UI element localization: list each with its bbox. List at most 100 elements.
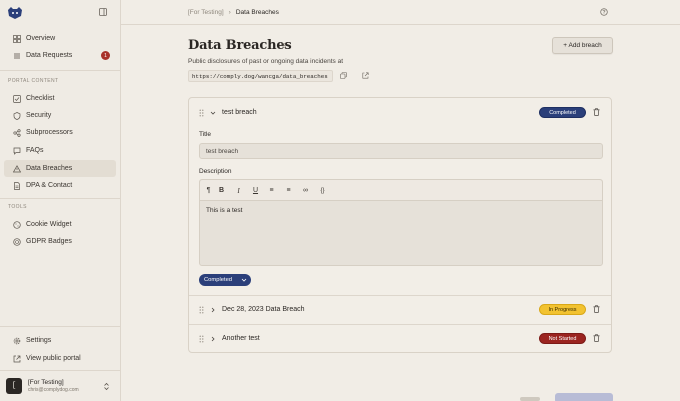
sidebar-item-label: DPA & Contact bbox=[26, 182, 73, 189]
sidebar-item-view-public-portal[interactable]: View public portal bbox=[4, 350, 116, 367]
description-label: Description bbox=[199, 168, 232, 175]
list-icon bbox=[14, 53, 20, 58]
sidebar-item-label: FAQs bbox=[26, 147, 44, 154]
underline-button[interactable]: U bbox=[251, 186, 260, 195]
ordered-list-button[interactable]: ≡ bbox=[284, 186, 293, 195]
sidebar-divider bbox=[0, 326, 121, 327]
sidebar: Overview Data Requests 1 PORTAL CONTENT … bbox=[0, 0, 121, 401]
sidebar-item-label: View public portal bbox=[26, 355, 81, 362]
external-link-icon[interactable] bbox=[362, 72, 369, 79]
breadcrumb-parent[interactable]: [For Testing] bbox=[188, 9, 224, 16]
sidebar-item-overview[interactable]: Overview bbox=[4, 30, 116, 47]
copy-icon[interactable] bbox=[340, 72, 347, 79]
drag-handle-icon[interactable] bbox=[199, 306, 204, 314]
badge-icon bbox=[13, 237, 21, 246]
row-divider bbox=[189, 324, 611, 325]
breach-count: 3 bbox=[282, 43, 286, 50]
trash-icon[interactable] bbox=[593, 108, 600, 116]
chat-icon bbox=[13, 147, 21, 155]
breach-list: test breach Completed Title test breach … bbox=[188, 97, 612, 353]
status-badge: In Progress bbox=[539, 304, 586, 315]
sidebar-divider bbox=[0, 70, 121, 71]
chevron-down-icon bbox=[241, 278, 247, 282]
account-name: [For Testing] bbox=[28, 379, 64, 386]
sidebar-item-label: Data Breaches bbox=[26, 165, 73, 172]
breadcrumb-current: Data Breaches bbox=[235, 9, 279, 16]
help-icon[interactable] bbox=[600, 8, 608, 16]
sidebar-item-gdpr-badges[interactable]: GDPR Badges bbox=[4, 233, 116, 250]
avatar: [ bbox=[6, 378, 22, 394]
sidebar-item-label: GDPR Badges bbox=[26, 238, 72, 245]
section-label-portal: PORTAL CONTENT bbox=[8, 78, 59, 84]
complydog-logo-icon[interactable] bbox=[7, 6, 23, 20]
title-input[interactable]: test breach bbox=[199, 143, 603, 159]
sidebar-item-label: Cookie Widget bbox=[26, 221, 72, 228]
account-switcher[interactable]: [ [For Testing] chris@complydog.com bbox=[4, 375, 116, 397]
sidebar-item-data-breaches[interactable]: Data Breaches bbox=[4, 160, 116, 177]
topbar: [For Testing] › Data Breaches bbox=[121, 0, 680, 25]
title-label: Title bbox=[199, 131, 212, 138]
chevron-up-down-icon bbox=[104, 382, 109, 391]
checklist-icon bbox=[13, 94, 21, 103]
sidebar-item-label: Subprocessors bbox=[26, 129, 73, 136]
sidebar-item-data-requests[interactable]: Data Requests 1 bbox=[4, 47, 116, 64]
bold-button[interactable]: B bbox=[217, 186, 226, 195]
breadcrumb: [For Testing] › Data Breaches bbox=[188, 9, 279, 16]
editor-toolbar: ¶ B I U ≡ ≡ ∞ {} bbox=[200, 180, 602, 201]
sidebar-item-checklist[interactable]: Checklist bbox=[4, 90, 116, 107]
sidebar-item-label: Security bbox=[26, 112, 52, 119]
sidebar-collapse-icon[interactable] bbox=[99, 8, 107, 16]
sidebar-item-security[interactable]: Security bbox=[4, 107, 116, 124]
external-link-icon bbox=[13, 355, 21, 362]
italic-button[interactable]: I bbox=[234, 186, 243, 195]
status-badge: Completed bbox=[539, 107, 586, 118]
add-breach-button[interactable]: + Add breach bbox=[552, 37, 613, 54]
breach-title[interactable]: test breach bbox=[222, 109, 257, 116]
page-title: Data Breaches bbox=[188, 38, 292, 53]
description-text[interactable]: This is a test bbox=[206, 207, 242, 214]
document-icon bbox=[14, 181, 20, 190]
sidebar-divider bbox=[0, 198, 121, 199]
public-url: https://comply.dog/wancga/data_breaches bbox=[188, 70, 333, 82]
sidebar-item-faqs[interactable]: FAQs bbox=[4, 142, 116, 159]
notification-badge: 1 bbox=[101, 51, 110, 60]
sidebar-item-settings[interactable]: Settings bbox=[4, 332, 116, 349]
grid-icon bbox=[13, 34, 21, 43]
footer-save-button[interactable] bbox=[555, 393, 613, 401]
link-button[interactable]: ∞ bbox=[301, 186, 310, 195]
sidebar-item-cookie-widget[interactable]: Cookie Widget bbox=[4, 216, 116, 233]
row-divider bbox=[189, 295, 611, 296]
share-icon bbox=[13, 128, 21, 137]
breach-title[interactable]: Another test bbox=[222, 335, 260, 342]
breach-title[interactable]: Dec 28, 2023 Data Breach bbox=[222, 306, 305, 313]
sidebar-item-label: Checklist bbox=[26, 95, 55, 102]
chevron-right-icon[interactable] bbox=[210, 336, 216, 342]
sidebar-divider bbox=[0, 370, 121, 371]
paragraph-button[interactable]: ¶ bbox=[204, 186, 213, 195]
trash-icon[interactable] bbox=[593, 334, 600, 342]
code-button[interactable]: {} bbox=[318, 186, 327, 195]
status-select-value: Completed bbox=[204, 277, 233, 283]
sidebar-item-label: Settings bbox=[26, 337, 52, 344]
bullet-list-button[interactable]: ≡ bbox=[267, 186, 276, 195]
trash-icon[interactable] bbox=[593, 305, 600, 313]
description-editor[interactable]: ¶ B I U ≡ ≡ ∞ {} This is a test bbox=[199, 179, 603, 266]
account-email: chris@complydog.com bbox=[28, 387, 79, 393]
section-label-tools: TOOLS bbox=[8, 204, 27, 210]
shield-icon bbox=[13, 111, 21, 120]
sidebar-item-dpa-contact[interactable]: DPA & Contact bbox=[4, 177, 116, 194]
drag-handle-icon[interactable] bbox=[199, 335, 204, 343]
gear-icon bbox=[13, 337, 21, 344]
status-badge: Not Started bbox=[539, 333, 586, 344]
footer-cancel-button[interactable] bbox=[520, 397, 540, 401]
account-info: [For Testing] chris@complydog.com bbox=[28, 379, 79, 393]
chevron-right-icon[interactable] bbox=[210, 307, 216, 313]
warning-icon bbox=[13, 164, 21, 172]
sidebar-item-label: Overview bbox=[26, 35, 56, 42]
drag-handle-icon[interactable] bbox=[199, 109, 204, 117]
cookie-icon bbox=[13, 220, 21, 229]
page-subtitle: Public disclosures of past or ongoing da… bbox=[188, 58, 344, 65]
chevron-down-icon[interactable] bbox=[210, 110, 216, 116]
status-select[interactable]: Completed bbox=[199, 274, 251, 286]
sidebar-item-subprocessors[interactable]: Subprocessors bbox=[4, 124, 116, 141]
